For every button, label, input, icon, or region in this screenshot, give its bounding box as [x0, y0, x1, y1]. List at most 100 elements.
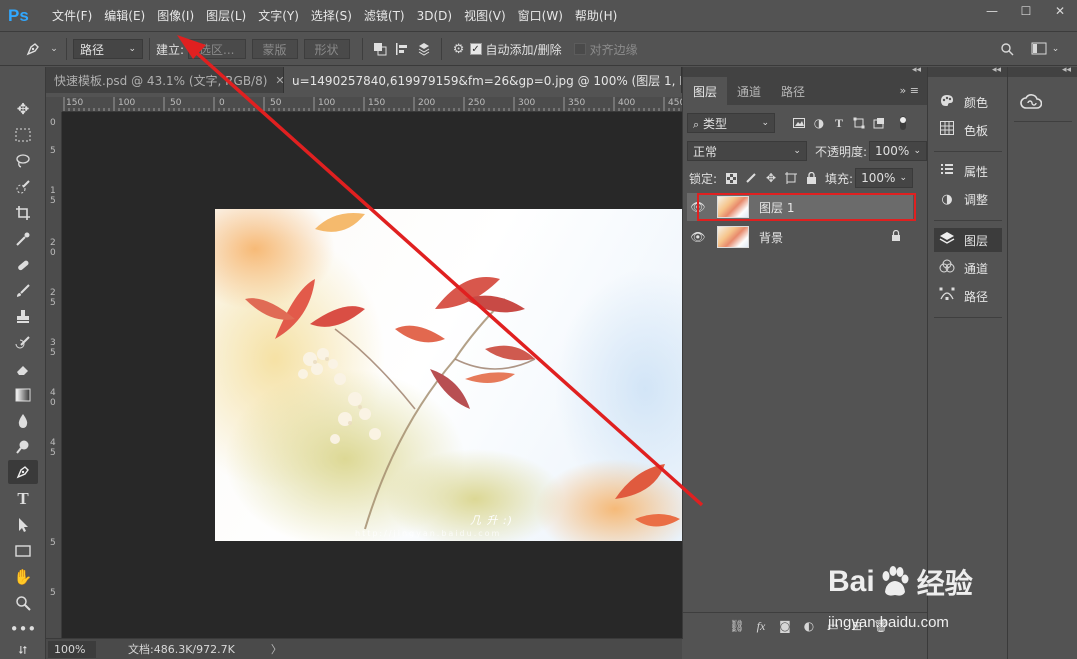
blur-tool-icon[interactable] — [8, 409, 38, 433]
path-operations-icon[interactable] — [369, 39, 391, 59]
layer-style-icon[interactable]: fx — [749, 619, 773, 634]
layer-row-background[interactable]: 👁 背景 — [687, 223, 913, 251]
visibility-eye-icon[interactable]: 👁 — [687, 230, 709, 244]
new-adjustment-layer-icon[interactable]: ◐ — [797, 619, 821, 633]
panel-collapse-bar[interactable]: ◂◂ — [683, 65, 927, 77]
creative-cloud-libraries-icon[interactable] — [1018, 89, 1044, 115]
dock-adjustments[interactable]: ◑ 调整 — [934, 187, 1002, 211]
filter-toggle-icon[interactable] — [893, 113, 913, 133]
menu-help[interactable]: 帮助(H) — [569, 0, 623, 32]
dock-layers[interactable]: 图层 — [934, 228, 1002, 252]
align-edges-checkbox[interactable] — [573, 43, 586, 55]
hand-tool-icon[interactable]: ✋ — [8, 565, 38, 589]
menu-type[interactable]: 文字(Y) — [252, 0, 305, 32]
path-alignment-icon[interactable] — [391, 39, 413, 59]
tab-layers[interactable]: 图层 — [683, 77, 728, 105]
filter-smart-object-icon[interactable] — [869, 113, 889, 133]
filter-pixel-icon[interactable] — [789, 113, 809, 133]
tab-active-image[interactable]: u=1490257840,619979159&fm=26&gp=0.jpg @ … — [284, 67, 682, 93]
make-mask-button[interactable]: 蒙版 — [251, 39, 298, 59]
tab-channels[interactable]: 通道 — [727, 77, 771, 105]
collapse-icon[interactable]: ◂◂ — [912, 65, 921, 75]
marquee-tool-icon[interactable] — [8, 123, 38, 147]
layer-filter-select[interactable]: ⌕ 类型 ⌄ — [687, 113, 775, 133]
menu-window[interactable]: 窗口(W) — [512, 0, 569, 32]
lasso-tool-icon[interactable] — [8, 149, 38, 173]
filter-shape-icon[interactable] — [849, 113, 869, 133]
opacity-input[interactable]: 100% ⌄ — [869, 141, 927, 161]
menu-layer[interactable]: 图层(L) — [200, 0, 252, 32]
search-icon[interactable] — [996, 39, 1018, 59]
blend-mode-select[interactable]: 正常 ⌄ — [687, 141, 807, 161]
make-shape-button[interactable]: 形状 — [303, 39, 350, 59]
path-selection-tool-icon[interactable] — [8, 513, 38, 537]
lock-transparency-icon[interactable] — [721, 168, 741, 188]
zoom-tool-icon[interactable] — [8, 591, 38, 615]
menu-edit[interactable]: 编辑(E) — [98, 0, 151, 32]
lock-position-icon[interactable]: ✥ — [761, 168, 781, 188]
menu-view[interactable]: 视图(V) — [458, 0, 512, 32]
fill-input[interactable]: 100% ⌄ — [855, 168, 914, 188]
gradient-tool-icon[interactable] — [8, 383, 38, 407]
zoom-field[interactable]: 100% — [48, 640, 96, 658]
move-tool-icon[interactable]: ✥ — [8, 97, 38, 121]
dock-channels[interactable]: 通道 — [934, 256, 1002, 280]
lock-all-icon[interactable] — [801, 168, 821, 188]
brush-tool-icon[interactable] — [8, 279, 38, 303]
horizontal-ruler[interactable]: 150 100 50 0 50 100 150 200 250 300 350 … — [62, 97, 682, 112]
dock-paths[interactable]: 路径 — [934, 284, 1002, 308]
eraser-tool-icon[interactable] — [8, 357, 38, 381]
rectangle-tool-icon[interactable] — [8, 539, 38, 563]
auto-add-delete-checkbox[interactable]: ✓ — [469, 43, 482, 55]
ruler-origin[interactable] — [46, 97, 62, 112]
menu-file[interactable]: 文件(F) — [46, 0, 98, 32]
dock-collapse-bar[interactable]: ◂◂ — [928, 65, 1007, 77]
dodge-tool-icon[interactable] — [8, 435, 38, 459]
history-brush-tool-icon[interactable] — [8, 331, 38, 355]
add-mask-icon[interactable]: ◙ — [773, 619, 797, 633]
menu-filter[interactable]: 滤镜(T) — [358, 0, 411, 32]
dock-color[interactable]: 颜色 — [934, 90, 1002, 114]
collapse-icon[interactable]: ◂◂ — [992, 65, 1001, 75]
tab-paths[interactable]: 路径 — [771, 77, 815, 105]
status-menu-icon[interactable]: 〉 — [271, 641, 282, 657]
lock-image-pixels-icon[interactable] — [741, 168, 761, 188]
pen-tool-icon[interactable] — [8, 460, 38, 484]
maximize-button[interactable]: ☐ — [1009, 0, 1043, 22]
tab-template-psd[interactable]: 快速模板.psd @ 43.1% (文字, RGB/8) ✕ — [46, 67, 284, 93]
panel-menu-icon[interactable]: » ≡ — [900, 77, 919, 105]
menu-select[interactable]: 选择(S) — [305, 0, 358, 32]
menu-3d[interactable]: 3D(D) — [411, 0, 458, 32]
canvas-area[interactable]: 几 升 :) http://jingyan.baidu.com — [62, 112, 682, 638]
chevron-down-icon[interactable]: ⌄ — [48, 39, 60, 59]
pen-mode-select[interactable]: 路径 ⌄ — [73, 39, 143, 59]
path-arrangement-icon[interactable] — [413, 39, 435, 59]
quick-selection-tool-icon[interactable] — [8, 175, 38, 199]
link-layers-icon[interactable]: ⛓ — [725, 619, 749, 633]
vertical-ruler[interactable]: 0 5 1 5 2 0 2 5 3 5 4 0 4 5 5 5 — [46, 112, 62, 638]
filter-adjustment-icon[interactable]: ◑ — [809, 113, 829, 133]
pen-tool-preset-icon[interactable] — [18, 39, 48, 59]
clone-stamp-tool-icon[interactable] — [8, 305, 38, 329]
minimize-button[interactable]: — — [975, 0, 1009, 22]
gear-icon[interactable]: ⚙ — [448, 39, 470, 59]
dock-collapse-bar[interactable]: ◂◂ — [1008, 65, 1077, 77]
healing-brush-tool-icon[interactable] — [8, 253, 38, 277]
close-button[interactable]: ✕ — [1043, 0, 1077, 22]
menu-image[interactable]: 图像(I) — [151, 0, 200, 32]
dock-swatches[interactable]: 色板 — [934, 118, 1002, 142]
close-icon[interactable]: ✕ — [275, 74, 283, 87]
document-image[interactable]: 几 升 :) http://jingyan.baidu.com — [215, 209, 682, 541]
filter-type-icon[interactable]: T — [829, 113, 849, 133]
crop-tool-icon[interactable] — [8, 201, 38, 225]
lock-artboard-icon[interactable] — [781, 168, 801, 188]
more-tools-icon[interactable]: ••• — [8, 617, 38, 641]
collapse-icon[interactable]: ◂◂ — [1062, 65, 1071, 75]
workspace-switcher-icon[interactable]: ⌄ — [1030, 39, 1060, 59]
make-selection-button[interactable]: 选区... — [188, 39, 246, 59]
swap-colors-icon[interactable]: ⮃ — [8, 639, 38, 659]
eyedropper-tool-icon[interactable] — [8, 227, 38, 251]
dock-properties[interactable]: 属性 — [934, 159, 1002, 183]
separator — [440, 38, 442, 60]
type-tool-icon[interactable]: T — [8, 487, 38, 511]
